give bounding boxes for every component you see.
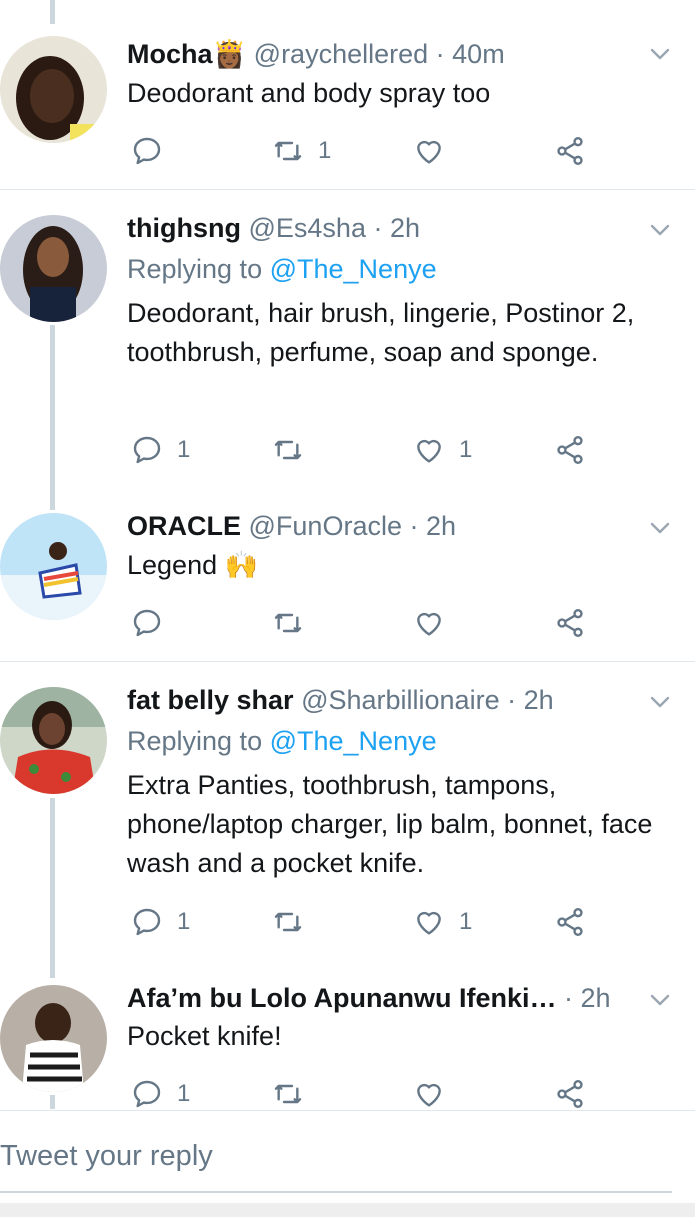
reply-icon	[133, 1080, 161, 1108]
share-icon	[557, 908, 583, 936]
reply-count: 1	[177, 436, 191, 463]
share-button[interactable]	[554, 1074, 586, 1114]
tweet-actions	[127, 603, 597, 643]
replying-to-label: Replying to	[127, 726, 263, 756]
author-name[interactable]: fat belly shar	[127, 685, 294, 715]
tweet[interactable]: Mocha👸🏾 @raychellered · 40m Deodorant an…	[0, 0, 695, 190]
like-count: 1	[459, 908, 473, 935]
author-emoji: 👸🏾	[212, 39, 247, 69]
timestamp[interactable]: · 2h	[410, 511, 457, 541]
timestamp[interactable]: · 2h	[564, 983, 611, 1013]
author-handle[interactable]: @FunOracle	[249, 511, 402, 541]
like-button[interactable]	[413, 131, 459, 171]
reply-button[interactable]	[131, 131, 177, 171]
reply-count: 1	[177, 1080, 191, 1107]
bottom-bar	[0, 1203, 695, 1217]
retweet-button[interactable]	[272, 430, 318, 470]
replying-to: Replying to @The_Nenye	[127, 253, 437, 285]
retweet-icon	[274, 440, 302, 460]
divider	[0, 1110, 695, 1111]
reply-button[interactable]: 1	[131, 1074, 190, 1114]
like-icon	[417, 612, 441, 636]
share-button[interactable]	[554, 430, 586, 470]
timestamp[interactable]: · 40m	[436, 39, 505, 69]
retweet-icon	[274, 912, 302, 932]
like-count: 1	[459, 436, 473, 463]
reply-input-underline	[0, 1191, 672, 1193]
retweet-button[interactable]	[272, 902, 318, 942]
avatar[interactable]	[0, 687, 107, 794]
author-name[interactable]: Afa’m bu Lolo Apunanwu Ifenki…	[127, 983, 556, 1013]
share-icon	[557, 137, 583, 165]
retweet-icon	[274, 613, 302, 633]
retweet-icon	[274, 141, 302, 161]
author-handle[interactable]: @Es4sha	[249, 213, 366, 243]
like-button[interactable]	[413, 1074, 459, 1114]
avatar[interactable]	[0, 215, 107, 322]
author-name[interactable]: ORACLE	[127, 511, 241, 541]
timestamp[interactable]: · 2h	[507, 685, 554, 715]
retweet-icon	[274, 1084, 302, 1104]
tweet[interactable]: Afa’m bu Lolo Apunanwu Ifenki… · 2h Pock…	[0, 980, 695, 1110]
tweet-text: Pocket knife!	[127, 1021, 282, 1051]
avatar[interactable]	[0, 985, 107, 1092]
avatar[interactable]	[0, 36, 107, 143]
like-button[interactable]: 1	[413, 430, 472, 470]
tweet[interactable]: thighsng @Es4sha · 2h Replying to @The_N…	[0, 190, 695, 510]
tweet-actions: 1 1	[127, 902, 597, 942]
share-icon	[557, 609, 583, 637]
reply-count: 1	[177, 908, 191, 935]
tweet-actions: 1	[127, 1074, 597, 1114]
replying-to-handle[interactable]: @The_Nenye	[270, 726, 437, 756]
author-handle[interactable]: @raychellered	[254, 39, 429, 69]
tweet-text: Deodorant and body spray too	[127, 78, 491, 108]
like-icon	[417, 911, 441, 935]
reply-button[interactable]	[131, 603, 177, 643]
author-handle[interactable]: @Sharbillionaire	[301, 685, 500, 715]
tweet-text: Extra Panties, toothbrush, tampons, phon…	[127, 770, 653, 878]
chevron-down-icon[interactable]	[648, 690, 672, 714]
tweet-text: Deodorant, hair brush, lingerie, Postino…	[127, 298, 635, 367]
chevron-down-icon[interactable]	[648, 42, 672, 66]
tweet-actions: 1 1	[127, 430, 597, 470]
chevron-down-icon[interactable]	[648, 516, 672, 540]
author-name[interactable]: Mocha	[127, 39, 213, 69]
like-icon	[417, 140, 441, 164]
chevron-down-icon[interactable]	[648, 988, 672, 1012]
replying-to: Replying to @The_Nenye	[127, 725, 437, 757]
like-button[interactable]	[413, 603, 459, 643]
author-name[interactable]: thighsng	[127, 213, 241, 243]
like-button[interactable]: 1	[413, 902, 472, 942]
reply-icon	[133, 908, 161, 936]
reply-icon	[133, 609, 161, 637]
retweet-button[interactable]: 1	[272, 131, 331, 171]
like-icon	[417, 439, 441, 463]
reply-icon	[133, 137, 161, 165]
reply-button[interactable]: 1	[131, 902, 190, 942]
reply-button[interactable]: 1	[131, 430, 190, 470]
replying-to-label: Replying to	[127, 254, 263, 284]
share-button[interactable]	[554, 131, 586, 171]
retweet-count: 1	[318, 137, 332, 164]
share-icon	[557, 436, 583, 464]
replying-to-handle[interactable]: @The_Nenye	[270, 254, 437, 284]
like-icon	[417, 1083, 441, 1107]
timestamp[interactable]: · 2h	[373, 213, 420, 243]
reply-icon	[133, 436, 161, 464]
tweet[interactable]: fat belly shar @Sharbillionaire · 2h Rep…	[0, 662, 695, 980]
retweet-button[interactable]	[272, 1074, 318, 1114]
tweet-text: Legend 🙌	[127, 550, 259, 580]
chevron-down-icon[interactable]	[648, 218, 672, 242]
share-button[interactable]	[554, 902, 586, 942]
avatar[interactable]	[0, 513, 107, 620]
retweet-button[interactable]	[272, 603, 318, 643]
share-icon	[557, 1080, 583, 1108]
reply-input[interactable]: Tweet your reply	[0, 1140, 213, 1173]
tweet[interactable]: ORACLE @FunOracle · 2h Legend 🙌	[0, 510, 695, 662]
share-button[interactable]	[554, 603, 586, 643]
tweet-actions: 1	[127, 131, 597, 171]
